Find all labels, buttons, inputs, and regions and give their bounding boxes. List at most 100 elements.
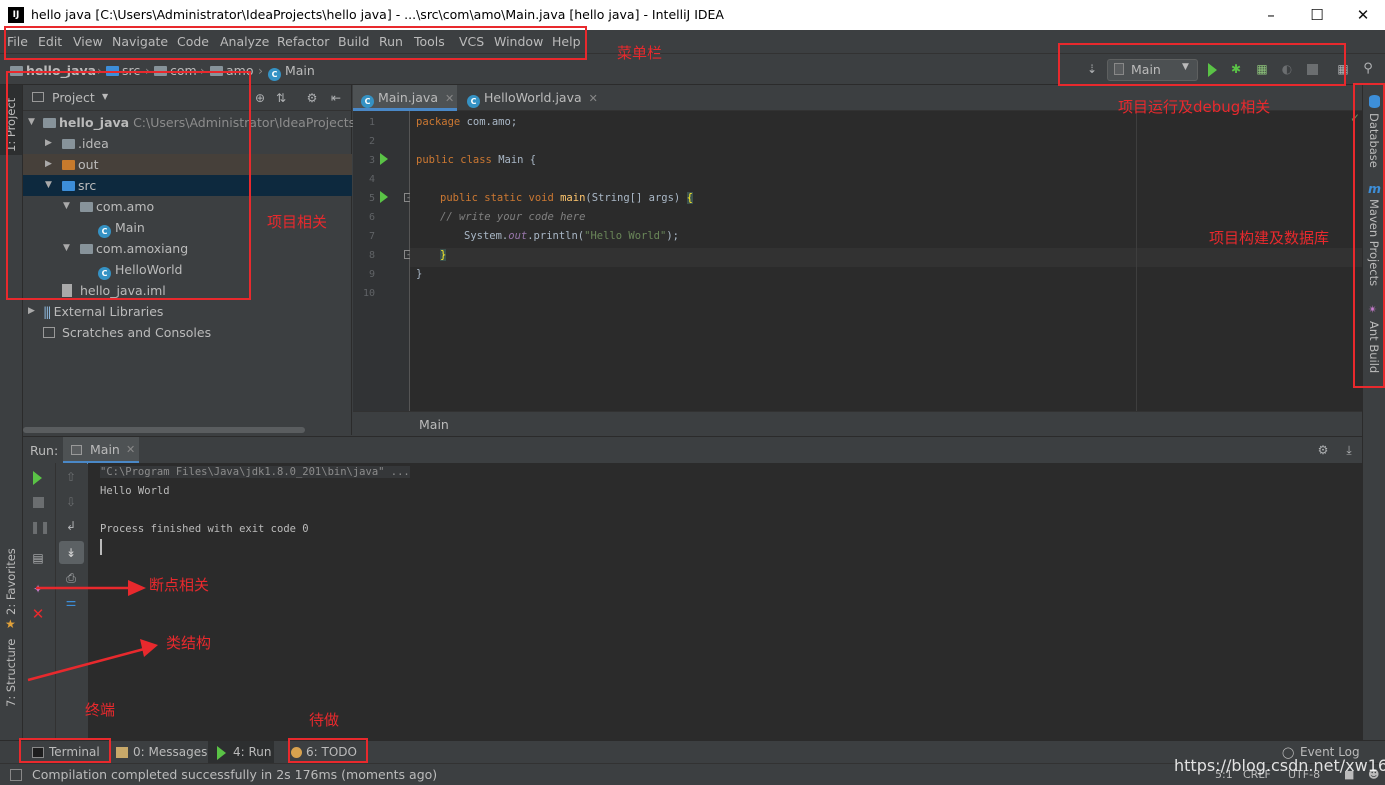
- coverage-icon[interactable]: ▦: [1254, 62, 1270, 76]
- run-tab-main[interactable]: Main ✕: [63, 437, 139, 464]
- folder-icon: [62, 139, 75, 149]
- menu-analyze[interactable]: Analyze: [220, 34, 269, 49]
- menu-bar: File Edit View Navigate Code Analyze Ref…: [0, 30, 1385, 54]
- print-icon[interactable]: ⎙: [63, 571, 79, 585]
- tool-window-messages[interactable]: 0: Messages: [114, 741, 207, 764]
- maximize-icon[interactable]: ☐: [1294, 3, 1340, 27]
- run-configuration-select[interactable]: Main ▼: [1107, 59, 1198, 81]
- breadcrumb-separator: ›: [145, 63, 150, 78]
- tree-item-helloworld[interactable]: C HelloWorld: [23, 259, 352, 280]
- tool-window-run[interactable]: 4: Run: [208, 741, 274, 764]
- menu-vcs[interactable]: VCS: [459, 34, 484, 49]
- menu-refactor[interactable]: Refactor: [277, 34, 329, 49]
- code-line-8: }: [440, 249, 447, 261]
- tab-main-java[interactable]: C Main.java ✕: [353, 85, 457, 111]
- tool-window-structure[interactable]: 7: Structure: [4, 639, 18, 707]
- menu-navigate[interactable]: Navigate: [112, 34, 168, 49]
- gear-icon[interactable]: ⚙: [1315, 443, 1331, 457]
- debug-icon[interactable]: ✱: [1228, 62, 1244, 76]
- tab-helloworld-java[interactable]: C HelloWorld.java ✕: [459, 85, 598, 111]
- hide-icon[interactable]: ⇤: [328, 91, 344, 105]
- collapse-all-icon[interactable]: ⇅: [273, 91, 289, 105]
- editor-breadcrumb[interactable]: Main: [419, 417, 449, 432]
- chevron-down-icon: ▼: [63, 243, 70, 253]
- run-console[interactable]: "C:\Program Files\Java\jdk1.8.0_201\bin\…: [88, 463, 1362, 740]
- editor-gutter[interactable]: 1 2 3 4 5 6 7 8 9 10 - -: [353, 111, 413, 411]
- menu-tools[interactable]: Tools: [414, 34, 445, 49]
- stop-icon[interactable]: [33, 497, 44, 508]
- breadcrumb-amo[interactable]: amo: [210, 63, 253, 78]
- menu-build[interactable]: Build: [338, 34, 369, 49]
- breadcrumb-com[interactable]: com: [154, 63, 197, 78]
- breadcrumb-project[interactable]: hello_java: [10, 63, 96, 78]
- minimize-icon[interactable]: –: [1248, 3, 1294, 27]
- chevron-right-icon: ▶: [45, 138, 52, 148]
- chevron-down-icon[interactable]: ▼: [102, 92, 108, 101]
- run-class-gutter-icon[interactable]: [380, 153, 388, 165]
- run-toolbar-primary: ❚❚ ▤ ✦ ✕: [23, 463, 54, 740]
- tool-window-project[interactable]: 1: Project: [4, 98, 18, 152]
- hide-panel-icon[interactable]: ⤓: [1341, 443, 1357, 457]
- project-view-selector[interactable]: Project: [52, 90, 95, 105]
- tool-window-maven[interactable]: Maven Projects: [1367, 199, 1381, 286]
- code-line-6: // write your code here: [440, 211, 586, 223]
- package-icon: [80, 202, 93, 212]
- rerun-icon[interactable]: [33, 471, 42, 485]
- menu-file[interactable]: File: [7, 34, 28, 49]
- search-icon[interactable]: ⚲: [1360, 62, 1376, 76]
- scroll-to-end-icon: ↡: [65, 546, 77, 560]
- breadcrumb-main[interactable]: C Main: [268, 63, 315, 81]
- up-arrow-icon[interactable]: ⇧: [63, 470, 79, 484]
- tree-item-idea[interactable]: ▶ .idea: [23, 133, 352, 154]
- close-tab-icon[interactable]: ✕: [445, 92, 454, 105]
- close-run-icon[interactable]: ✕: [30, 607, 46, 622]
- folder-icon: [62, 160, 75, 170]
- stop-icon[interactable]: [1307, 64, 1318, 75]
- tree-item-scratches[interactable]: Scratches and Consoles: [23, 322, 352, 343]
- menu-code[interactable]: Code: [177, 34, 209, 49]
- tree-item-iml[interactable]: hello_java.iml: [23, 280, 352, 301]
- horizontal-scrollbar[interactable]: [23, 427, 305, 433]
- tool-window-database[interactable]: Database: [1367, 113, 1381, 168]
- menu-view[interactable]: View: [73, 34, 103, 49]
- pause-icon[interactable]: ❚❚: [30, 520, 50, 534]
- menu-window[interactable]: Window: [494, 34, 543, 49]
- profile-icon[interactable]: ◐: [1279, 62, 1295, 76]
- annotation-label-breakpoints: 断点相关: [149, 576, 210, 594]
- editor-breadcrumb-bar: Main: [353, 411, 1362, 436]
- close-icon[interactable]: ✕: [1340, 3, 1385, 27]
- project-structure-icon[interactable]: ▦: [1335, 62, 1351, 76]
- down-arrow-icon[interactable]: ⇩: [63, 495, 79, 509]
- tree-root[interactable]: ▼ hello_java C:\Users\Administrator\Idea…: [23, 112, 367, 133]
- check-icon: ✓: [1350, 111, 1361, 125]
- locate-icon[interactable]: ⊕: [252, 91, 268, 105]
- chevron-right-icon: ▶: [45, 159, 52, 169]
- breadcrumb-src[interactable]: src: [106, 63, 140, 78]
- tree-item-src[interactable]: ▼ src: [23, 175, 352, 196]
- tool-window-ant-build[interactable]: Ant Build: [1367, 321, 1381, 373]
- close-tab-icon[interactable]: ✕: [589, 92, 598, 105]
- dump-threads-icon[interactable]: ▤: [30, 551, 46, 565]
- right-tool-window-strip: Database m Maven Projects ✴ Ant Build: [1362, 85, 1385, 740]
- menu-run[interactable]: Run: [379, 34, 403, 49]
- code-line-3: public class Main {: [416, 154, 537, 166]
- tool-window-terminal[interactable]: Terminal: [27, 741, 108, 764]
- tree-item-out[interactable]: ▶ out: [23, 154, 352, 175]
- tree-item-com-amoxiang[interactable]: ▼ com.amoxiang: [23, 238, 352, 259]
- menu-help[interactable]: Help: [552, 34, 581, 49]
- soft-wrap-icon[interactable]: ↲: [63, 519, 79, 533]
- code-editor[interactable]: ✓ package com.amo; public class Main { p…: [410, 111, 1362, 411]
- close-tab-icon[interactable]: ✕: [126, 443, 135, 456]
- menu-edit[interactable]: Edit: [38, 34, 62, 49]
- code-line-1: package com.amo;: [416, 116, 518, 128]
- build-icon[interactable]: ⇣: [1084, 62, 1100, 76]
- tool-window-todo[interactable]: 6: TODO: [289, 741, 365, 764]
- toggle-tool-windows-icon[interactable]: [10, 769, 22, 781]
- pin-icon[interactable]: ✦: [30, 582, 46, 596]
- gear-icon[interactable]: ⚙: [304, 91, 320, 105]
- tool-window-favorites[interactable]: 2: Favorites: [4, 548, 18, 615]
- run-main-gutter-icon[interactable]: [380, 191, 388, 203]
- run-icon[interactable]: [1208, 63, 1217, 77]
- trash-icon[interactable]: ⚌: [63, 595, 79, 609]
- tree-item-external-libraries[interactable]: ▶ ||| External Libraries: [23, 301, 352, 322]
